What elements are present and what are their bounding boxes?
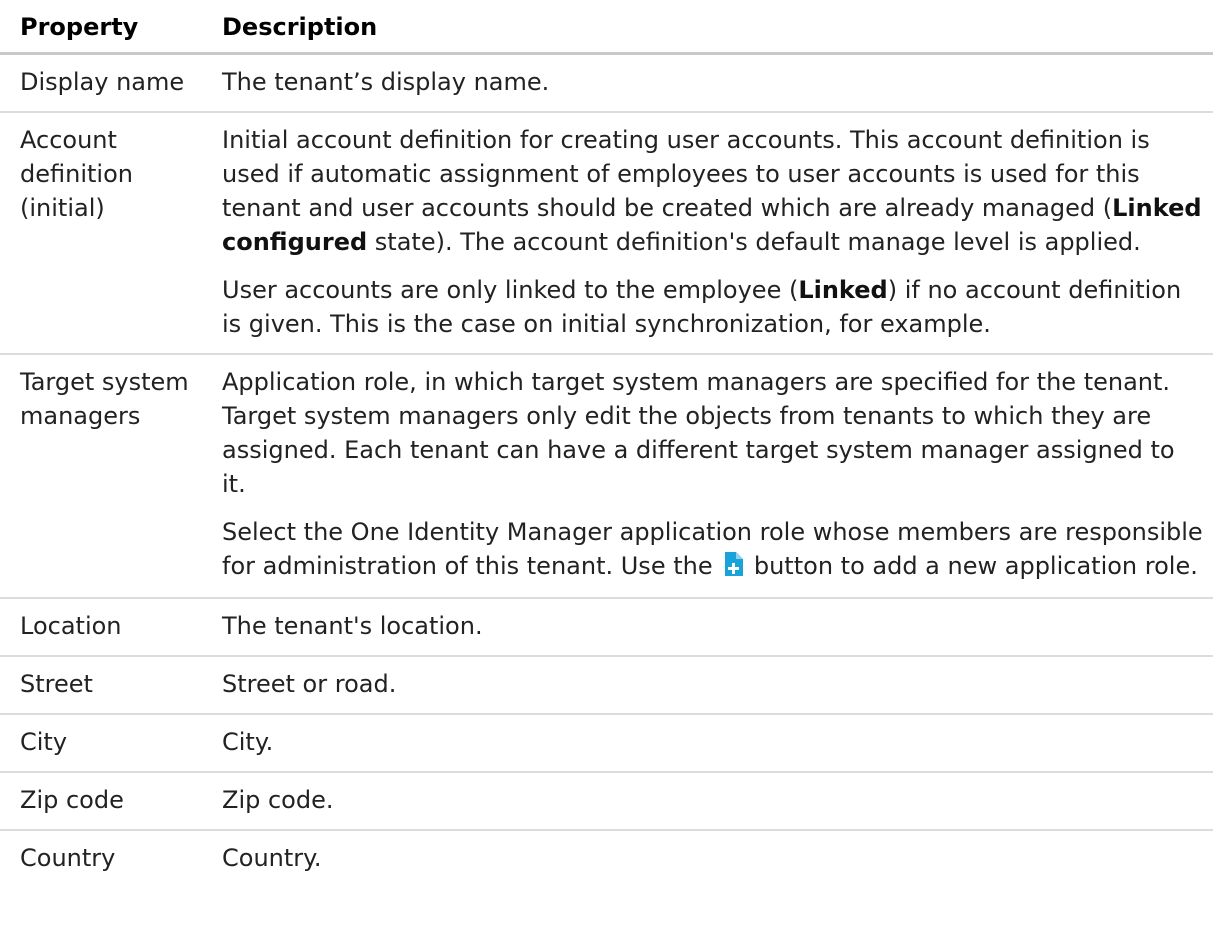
property-cell: City	[0, 714, 198, 773]
state-name: Linked	[798, 276, 888, 304]
description-text: state). The account definition's default…	[367, 228, 1141, 256]
property-cell: Display name	[0, 53, 198, 113]
add-new-icon	[723, 551, 744, 585]
description-text: button to add a new application role.	[746, 552, 1198, 580]
table-row: Zip code Zip code.	[0, 772, 1213, 831]
property-cell: Location	[0, 598, 198, 657]
description-paragraph: Application role, in which target system…	[222, 368, 1175, 498]
description-cell: City.	[198, 714, 1213, 773]
table-row: City City.	[0, 714, 1213, 773]
description-column-header: Description	[198, 0, 1213, 55]
description-paragraph: User accounts are only linked to the emp…	[222, 273, 1205, 341]
description-cell: Zip code.	[198, 772, 1213, 831]
table-row: Target system managers Application role,…	[0, 354, 1213, 599]
description-cell: The tenant's location.	[198, 598, 1213, 657]
description-text: User accounts are only linked to the emp…	[222, 276, 799, 304]
description-cell: Application role, in which target system…	[198, 354, 1213, 599]
description-cell: Country.	[222, 844, 322, 872]
table-row: Country Country.	[0, 830, 1213, 883]
property-cell: Zip code	[0, 772, 198, 831]
property-column-header: Property	[0, 0, 198, 55]
description-cell: The tenant’s display name.	[198, 53, 1213, 113]
description-paragraph: Initial account definition for creating …	[222, 123, 1205, 259]
table-row: Street Street or road.	[0, 656, 1213, 715]
table-row: Location The tenant's location.	[0, 598, 1213, 657]
description-paragraph: Select the One Identity Manager applicat…	[222, 515, 1205, 585]
description-text: Initial account definition for creating …	[222, 126, 1150, 222]
table-row: Account definition (initial) Initial acc…	[0, 112, 1213, 355]
property-cell: Account definition (initial)	[0, 112, 198, 355]
description-cell: Street or road.	[198, 656, 1213, 715]
property-cell: Country	[20, 844, 116, 872]
table-row: Display name The tenant’s display name.	[0, 53, 1213, 113]
table-header-row: Property Description	[0, 0, 1213, 55]
property-cell: Street	[0, 656, 198, 715]
properties-table: Property Description Display name The te…	[0, 0, 1213, 883]
property-cell: Target system managers	[0, 354, 198, 599]
description-cell: Initial account definition for creating …	[198, 112, 1213, 355]
